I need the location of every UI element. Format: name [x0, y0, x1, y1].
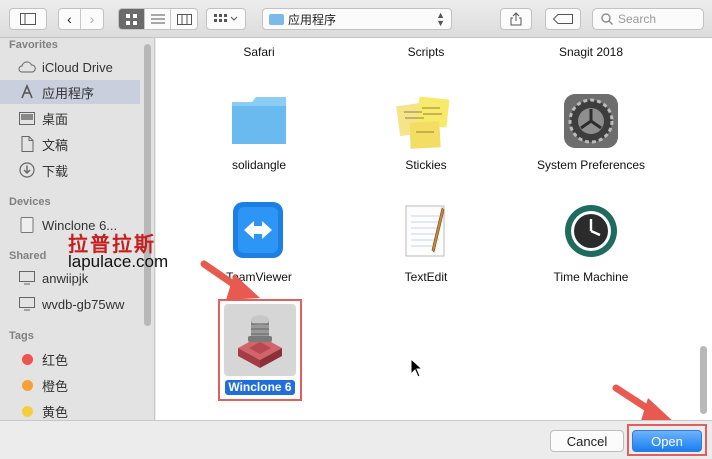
applications-icon	[18, 84, 36, 100]
toolbar: ‹ › 应用程序 ▲ ▼ Search	[0, 0, 712, 38]
sidebar-item-label: 红色	[42, 352, 69, 368]
folder-icon[interactable]	[230, 94, 288, 146]
computer-icon	[18, 296, 36, 312]
downloads-icon	[18, 162, 36, 178]
search-placeholder: Search	[618, 12, 657, 26]
file-label-time-machine[interactable]: Time Machine	[516, 270, 666, 284]
columns-icon	[176, 13, 192, 25]
sidebar-item-label: 桌面	[42, 111, 69, 127]
grid-icon	[126, 13, 137, 25]
selected-file-label: Winclone 6	[225, 380, 295, 395]
file-label-stickies[interactable]: Stickies	[351, 158, 501, 172]
cursor-icon	[410, 358, 424, 378]
search-icon	[601, 13, 613, 25]
watermark-url: lapulace.com	[68, 252, 169, 271]
yellow-tag-icon	[21, 405, 33, 417]
winclone-icon	[238, 315, 282, 368]
stickies-icon[interactable]	[396, 94, 458, 150]
textedit-icon[interactable]	[396, 202, 456, 262]
sidebar-item-documents[interactable]: 文稿	[0, 132, 140, 156]
sidebar-item-label: 橙色	[42, 378, 69, 394]
sidebar-section-devices: Devices	[9, 196, 51, 208]
file-label-scripts[interactable]: Scripts	[351, 45, 501, 59]
sidebar-item-label: wvdb-gb75ww	[42, 296, 125, 312]
share-button[interactable]	[500, 8, 532, 30]
sidebar-item-tag-orange[interactable]: 橙色	[0, 373, 140, 397]
folder-icon	[269, 13, 284, 25]
sidebar-item-tag-red[interactable]: 红色	[0, 347, 140, 371]
file-label-solidangle[interactable]: solidangle	[184, 158, 334, 172]
file-browser: Safari Scripts Snagit 2018 solidangle St…	[156, 38, 712, 420]
sidebar-item-applications[interactable]: 应用程序	[0, 80, 140, 104]
documents-icon	[18, 136, 36, 152]
annotation-arrow-winclone	[200, 260, 260, 300]
sidebar-item-downloads[interactable]: 下载	[0, 158, 140, 182]
sidebar-item-label: iCloud Drive	[42, 59, 113, 75]
file-label-snagit[interactable]: Snagit 2018	[516, 45, 666, 59]
tag-button[interactable]	[545, 8, 581, 30]
arrange-button[interactable]	[206, 8, 246, 30]
teamviewer-icon[interactable]	[230, 200, 286, 260]
sidebar-item-label: 下载	[42, 163, 69, 179]
grid-dropdown-icon	[214, 14, 238, 22]
main-scrollbar[interactable]	[700, 346, 707, 414]
open-button-highlight	[627, 424, 707, 456]
sidebar-section-shared: Shared	[9, 250, 47, 262]
file-label-textedit[interactable]: TextEdit	[351, 270, 501, 284]
chevron-left-icon: ‹	[67, 11, 72, 27]
dialog-button-bar: Cancel Open	[0, 420, 712, 459]
chevron-right-icon: ›	[89, 11, 95, 27]
sidebar-item-label: 应用程序	[42, 85, 95, 101]
sidebar-icon	[20, 13, 36, 25]
sidebar-item-icloud-drive[interactable]: iCloud Drive	[0, 55, 140, 79]
sidebar-item-label: 黄色	[42, 404, 69, 420]
icon-view-button[interactable]	[119, 9, 145, 29]
sidebar-item-wvdb-gb75ww[interactable]: wvdb-gb75ww	[0, 292, 140, 316]
system-preferences-icon[interactable]	[562, 92, 620, 150]
tag-icon	[553, 14, 573, 24]
sidebar-scrollbar[interactable]	[144, 44, 151, 326]
cancel-button[interactable]: Cancel	[550, 430, 624, 452]
forward-button[interactable]: ›	[81, 9, 103, 29]
search-field[interactable]: Search	[592, 8, 704, 30]
sidebar-section-tags: Tags	[9, 330, 34, 342]
list-view-button[interactable]	[145, 9, 171, 29]
path-label: 应用程序	[288, 12, 337, 27]
time-machine-icon[interactable]	[562, 202, 620, 260]
sidebar-section-favorites: Favorites	[9, 39, 58, 51]
sidebar-item-desktop[interactable]: 桌面	[0, 106, 140, 130]
orange-tag-icon	[21, 379, 33, 391]
updown-chevron-icon: ▲ ▼	[436, 10, 445, 28]
disk-icon	[18, 217, 36, 233]
file-label-system-preferences[interactable]: System Preferences	[516, 158, 666, 172]
sidebar-item-label: 文稿	[42, 137, 69, 153]
cloud-icon	[18, 59, 36, 75]
winclone-selected-item[interactable]: Winclone 6	[222, 304, 298, 397]
back-button[interactable]: ‹	[59, 9, 81, 29]
sidebar-item-label: anwiipjk	[42, 270, 89, 286]
computer-icon	[18, 270, 36, 286]
file-label-safari[interactable]: Safari	[184, 45, 334, 59]
red-tag-icon	[21, 353, 33, 365]
desktop-icon	[18, 110, 36, 126]
sidebar-toggle-button[interactable]	[9, 8, 47, 30]
share-icon	[510, 12, 522, 26]
path-popup[interactable]: 应用程序 ▲ ▼	[262, 8, 452, 30]
sidebar-item-tag-yellow[interactable]: 黄色	[0, 399, 140, 420]
view-mode-control	[118, 8, 198, 30]
back-forward-control: ‹ ›	[58, 8, 104, 30]
column-view-button[interactable]	[171, 9, 197, 29]
list-icon	[150, 14, 165, 24]
